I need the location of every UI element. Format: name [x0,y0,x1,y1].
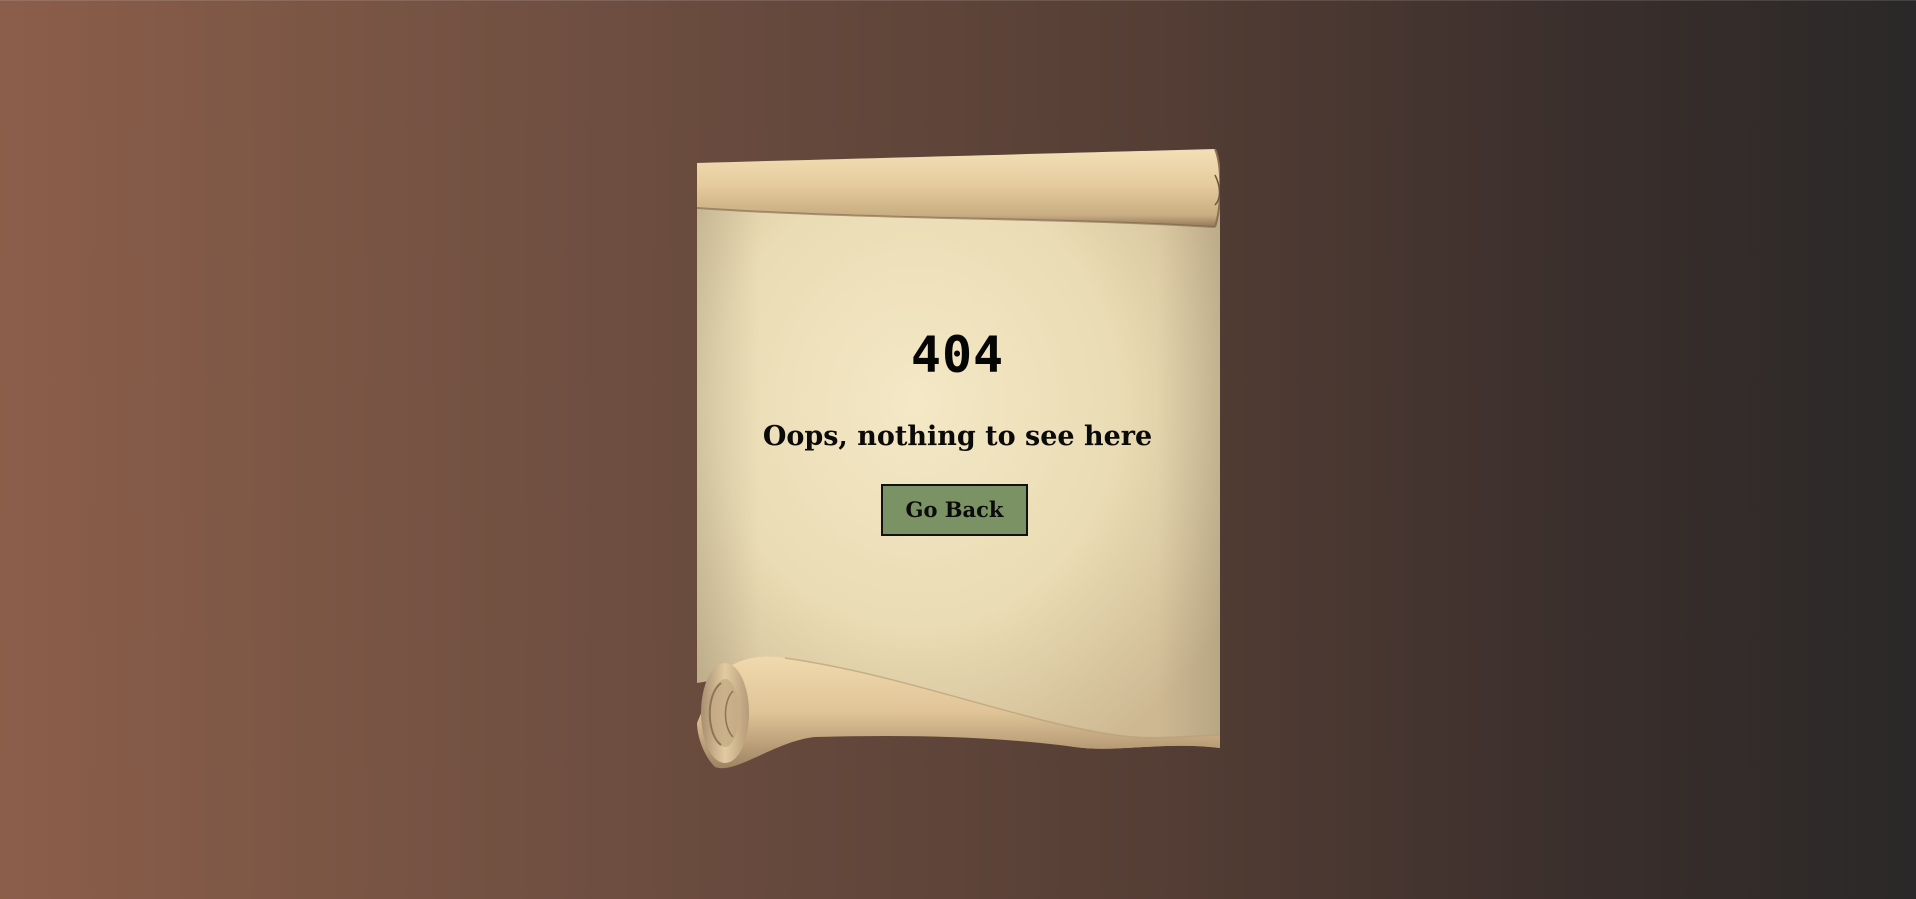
error-code: 404 [910,326,1005,384]
go-back-button[interactable]: Go Back [881,484,1028,536]
window-top-edge [0,0,1916,1]
error-message: Oops, nothing to see here [762,421,1153,452]
parchment-scroll: 404 Oops, nothing to see here Go Back [695,135,1220,770]
error-content: 404 Oops, nothing to see here Go Back [695,135,1220,770]
